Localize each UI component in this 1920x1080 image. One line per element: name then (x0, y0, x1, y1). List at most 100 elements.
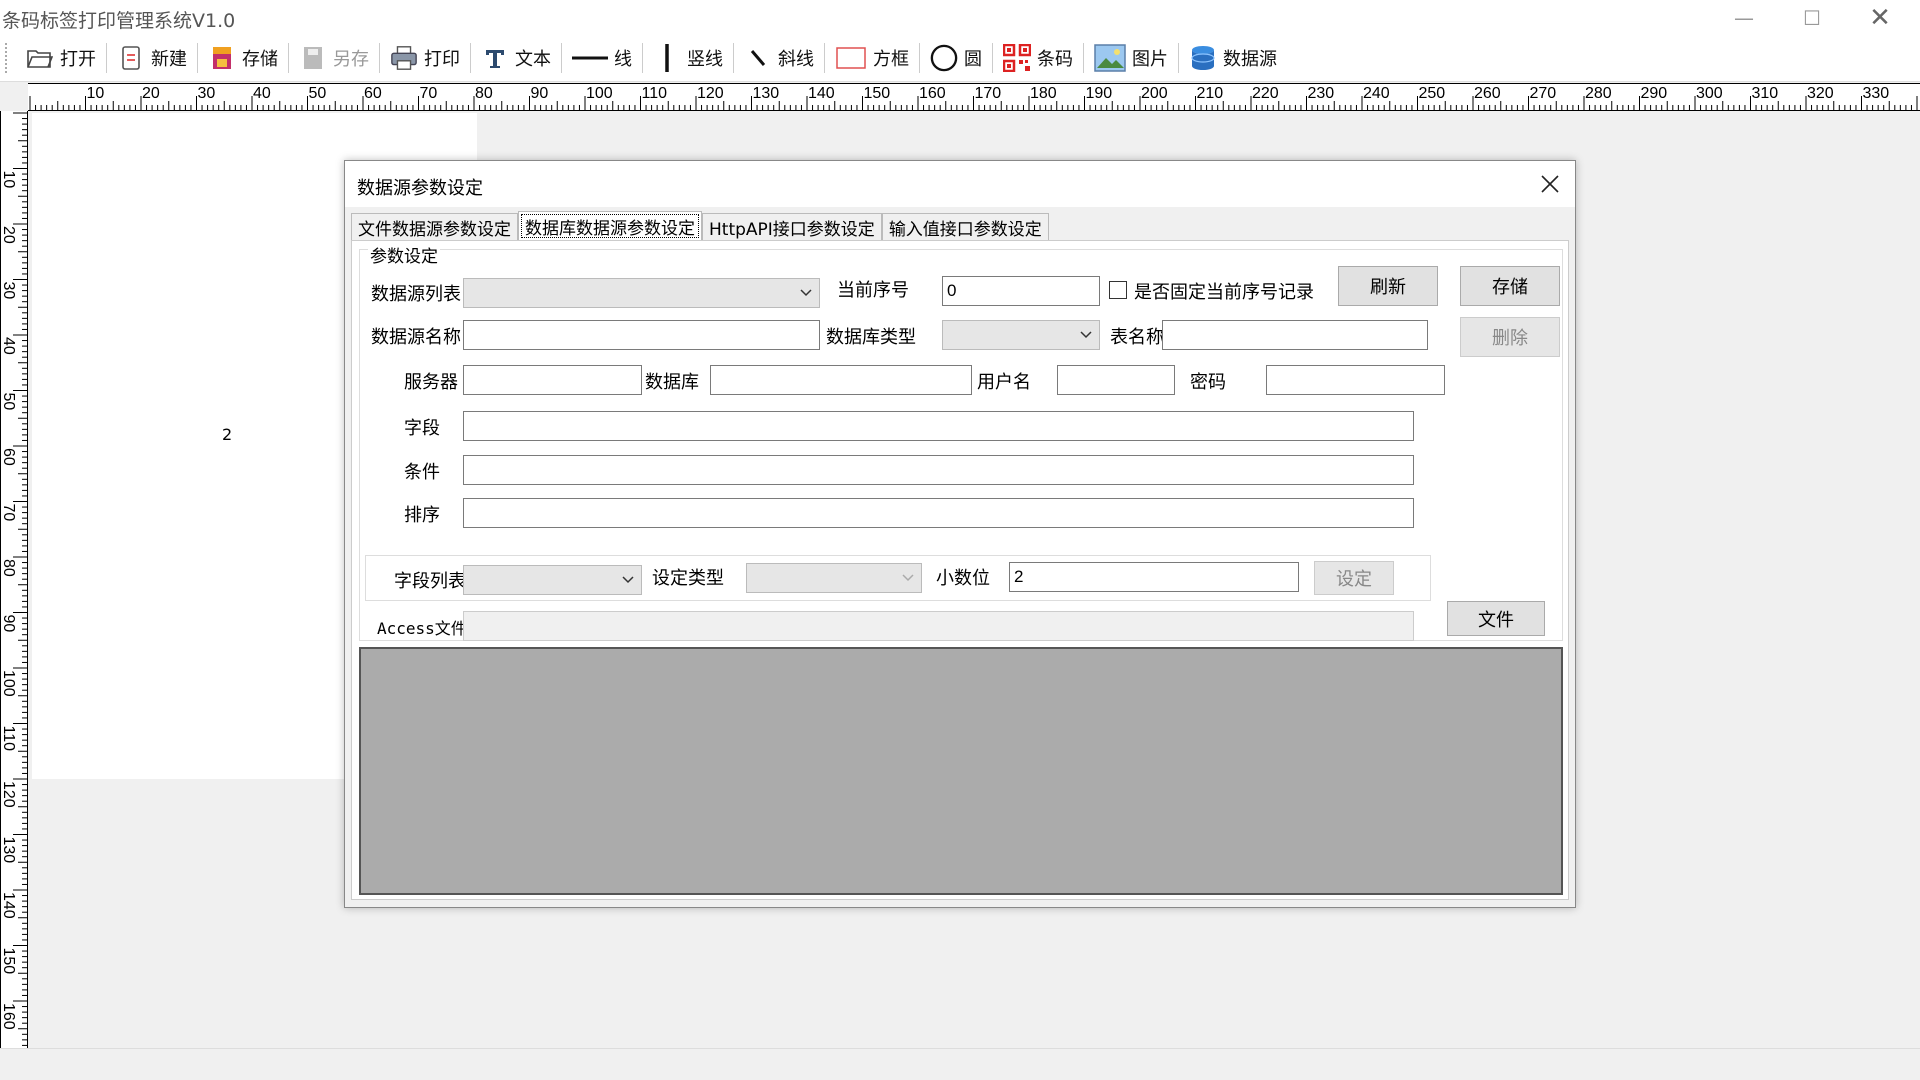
database-input[interactable] (710, 365, 972, 395)
table-name-input[interactable] (1162, 320, 1428, 350)
ruler-label: 330 (1863, 85, 1890, 102)
decimals-label: 小数位 (936, 568, 990, 589)
dialog-close-button[interactable] (1535, 169, 1565, 199)
ruler-label: 10 (1, 171, 17, 189)
ruler-label: 210 (1197, 85, 1224, 102)
username-input[interactable] (1057, 365, 1175, 395)
ruler-label: 20 (1, 226, 17, 244)
new-document-icon (117, 44, 145, 72)
ruler-label: 120 (697, 85, 724, 102)
ruler-label: 30 (1, 282, 17, 300)
username-label: 用户名 (977, 372, 1031, 393)
toolbar-separator (470, 43, 471, 73)
condition-label: 条件 (404, 462, 440, 483)
refresh-button[interactable]: 刷新 (1338, 266, 1438, 306)
fix-seq-checkbox[interactable] (1109, 281, 1127, 299)
dialog-title: 数据源参数设定 (357, 178, 483, 199)
access-file-input[interactable] (463, 611, 1414, 641)
ruler-label: 180 (1030, 85, 1057, 102)
ruler-label: 150 (864, 85, 891, 102)
toolbar-grip[interactable] (5, 43, 8, 73)
server-input[interactable] (463, 365, 642, 395)
condition-input[interactable] (463, 455, 1414, 485)
fields-input[interactable] (463, 411, 1414, 441)
ruler-label: 80 (1, 559, 17, 577)
ruler-label: 140 (808, 85, 835, 102)
database-label: 数据库 (645, 372, 699, 393)
ruler-label: 130 (753, 85, 780, 102)
horizontal-ruler-scale: 10 20 30 40 50 60 70 80 90 100 110 120 130 140 150 160 1… (29, 85, 1918, 110)
print-button[interactable]: 打印 (382, 39, 468, 77)
save-button[interactable]: 存储 (200, 39, 286, 77)
delete-button[interactable]: 删除 (1460, 317, 1560, 357)
ruler-label: 10 (87, 85, 105, 102)
set-type-select[interactable] (746, 563, 922, 593)
diagonal-line-tool-button[interactable]: 斜线 (736, 39, 822, 77)
ruler-label: 230 (1308, 85, 1335, 102)
toolbar-separator (288, 43, 289, 73)
line-tool-button[interactable]: 线 (564, 39, 640, 77)
line-icon (572, 44, 608, 72)
ruler-label: 290 (1641, 85, 1668, 102)
barcode-tool-button[interactable]: 条码 (995, 39, 1081, 77)
datasource-button[interactable]: 数据源 (1181, 39, 1285, 77)
parameter-group: 参数设定 数据源列表 当前序号 0 是否固定当前序号记录 刷新 存储 数据源名称… (359, 242, 1563, 641)
new-button[interactable]: 新建 (109, 39, 195, 77)
close-button[interactable]: ✕ (1846, 0, 1914, 35)
toolbar-separator (561, 43, 562, 73)
tab-database-datasource[interactable]: 数据库数据源参数设定 (518, 211, 702, 241)
datasource-name-input[interactable] (463, 320, 820, 350)
toolbar-separator (919, 43, 920, 73)
text-tool-button[interactable]: 文本 (473, 39, 559, 77)
rectangle-tool-button[interactable]: 方框 (827, 39, 917, 77)
group-title: 参数设定 (368, 242, 440, 267)
title-bar: 条码标签打印管理系统V1.0 — ☐ ✕ (0, 0, 1920, 35)
tab-httpapi[interactable]: HttpAPI接口参数设定 (702, 213, 882, 241)
tab-file-datasource[interactable]: 文件数据源参数设定 (351, 213, 518, 241)
sort-input[interactable] (463, 498, 1414, 528)
password-input[interactable] (1266, 365, 1445, 395)
set-type-label: 设定类型 (652, 568, 724, 589)
ruler-label: 120 (1, 781, 17, 808)
ruler-label: 110 (1, 726, 17, 752)
ruler-label: 110 (642, 85, 668, 102)
toolbar-separator (1083, 43, 1084, 73)
toolbar: 打开 新建 存储 另存 打印 文本 线 竖线 斜线 方框 圆 条码 图片 数据源 (0, 35, 1920, 82)
chevron-down-icon (902, 574, 914, 582)
ruler-label: 240 (1363, 85, 1390, 102)
minimize-button[interactable]: — (1710, 0, 1778, 35)
vertical-line-icon (653, 44, 681, 72)
save-icon (208, 44, 236, 72)
ruler-label: 70 (1, 504, 17, 522)
maximize-button[interactable]: ☐ (1778, 0, 1846, 35)
save-datasource-button[interactable]: 存储 (1460, 266, 1560, 306)
ruler-label: 260 (1474, 85, 1501, 102)
data-grid[interactable] (359, 647, 1563, 895)
circle-tool-button[interactable]: 圆 (922, 39, 990, 77)
decimals-input[interactable]: 2 (1009, 562, 1299, 592)
set-button[interactable]: 设定 (1314, 561, 1394, 595)
ruler-corner (0, 83, 28, 111)
current-seq-label: 当前序号 (837, 280, 909, 301)
save-as-button[interactable]: 另存 (291, 39, 377, 77)
db-type-select[interactable] (942, 320, 1100, 350)
ruler-label: 60 (364, 85, 382, 102)
ruler-label: 100 (586, 85, 613, 102)
ruler-label: 40 (1, 337, 17, 355)
app-title: 条码标签打印管理系统V1.0 (2, 10, 236, 32)
chevron-down-icon (622, 576, 634, 584)
ruler-label: 100 (1, 670, 17, 697)
password-label: 密码 (1190, 372, 1226, 393)
tab-input-value[interactable]: 输入值接口参数设定 (881, 213, 1049, 241)
image-tool-button[interactable]: 图片 (1086, 39, 1176, 77)
datasource-list-select[interactable] (463, 278, 820, 308)
open-button[interactable]: 打开 (18, 39, 104, 77)
ruler-label: 320 (1807, 85, 1834, 102)
vertical-line-tool-button[interactable]: 竖线 (645, 39, 731, 77)
current-seq-input[interactable]: 0 (942, 276, 1100, 306)
page-number: 2 (222, 425, 233, 444)
ruler-label: 160 (919, 85, 946, 102)
fields-label: 字段 (404, 418, 440, 439)
file-button[interactable]: 文件 (1447, 601, 1545, 636)
field-list-select[interactable] (463, 565, 642, 595)
